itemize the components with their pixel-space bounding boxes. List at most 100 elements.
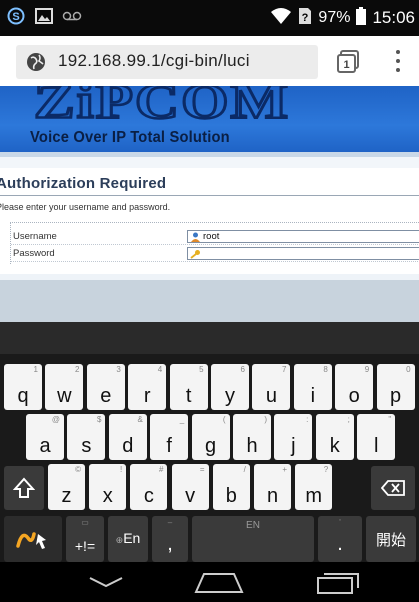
period-key[interactable]: ' . (318, 516, 362, 562)
key-e[interactable]: 3e (86, 364, 125, 410)
key-q[interactable]: 1q (4, 364, 42, 410)
key-hint: 5 (199, 365, 204, 374)
key-label: g (205, 435, 217, 457)
backspace-key[interactable] (371, 466, 415, 510)
key-u[interactable]: 7u (252, 364, 291, 410)
overflow-menu-icon[interactable] (390, 47, 406, 75)
key-f[interactable]: _ f (150, 414, 189, 460)
key-label: d (122, 435, 134, 457)
key-h[interactable]: ) h (233, 414, 271, 460)
header-banner: ZiPCOM Voice Over IP Total Solution (0, 86, 419, 152)
status-bar: S ? 97% 15:06 (0, 0, 419, 36)
key-w[interactable]: 2w (45, 364, 84, 410)
username-input[interactable]: root (187, 230, 419, 243)
key-t[interactable]: 5t (169, 364, 208, 410)
page-title: Authorization Required (0, 175, 167, 192)
key-label: i (310, 385, 316, 407)
key-label: r (143, 385, 151, 407)
language-text: En (123, 530, 141, 546)
key-z[interactable]: © z (48, 464, 85, 510)
key-a[interactable]: @ a (26, 414, 64, 460)
logo-text: ZiPCOM (34, 86, 290, 128)
key-label: p (390, 385, 402, 407)
key-label: z (61, 485, 72, 507)
key-label: t (185, 385, 192, 407)
shift-icon (13, 477, 35, 498)
key-hint: _ (179, 415, 185, 424)
key-j[interactable]: :j (274, 414, 313, 460)
voicemail-icon (62, 6, 82, 26)
key-icon (190, 250, 200, 259)
key-hint: 1 (33, 365, 38, 374)
key-hint: 0 (406, 365, 411, 374)
key-label: x (102, 485, 113, 507)
key-label: s (81, 435, 92, 457)
swype-key[interactable] (4, 516, 62, 562)
page-bottom-shade (0, 322, 419, 354)
key-x[interactable]: ! x (89, 464, 127, 510)
language-key[interactable]: ⊕En (108, 516, 148, 562)
clipboard-hint-icon: ▭ (81, 518, 89, 527)
key-r[interactable]: 4r (128, 364, 167, 410)
browser-toolbar: 192.168.99.1/cgi-bin/luci 1 (0, 36, 419, 86)
key-n[interactable]: + n (254, 464, 291, 510)
username-label: Username (13, 231, 57, 242)
url-text: 192.168.99.1/cgi-bin/luci (58, 51, 250, 70)
key-k[interactable]: ; k (315, 414, 354, 460)
key-l[interactable]: " l (357, 414, 396, 460)
shift-key[interactable] (4, 466, 44, 510)
key-p[interactable]: 0p (376, 364, 415, 410)
key-label: u (265, 385, 277, 407)
key-label: e (100, 385, 112, 407)
comma-label: , (167, 533, 173, 555)
key-hint: ( (222, 415, 226, 424)
key-d[interactable]: & d (108, 414, 147, 460)
key-hint: ; (347, 415, 350, 424)
symbols-key[interactable]: ▭ +!= (66, 516, 104, 562)
key-label: y (225, 385, 235, 407)
password-input[interactable] (187, 247, 419, 260)
svg-text:?: ? (302, 12, 309, 24)
space-key[interactable]: EN (192, 516, 314, 562)
backspace-icon (381, 480, 405, 496)
tabs-icon[interactable]: 1 (336, 50, 360, 74)
recent-apps-icon[interactable] (316, 570, 360, 594)
soft-keyboard: ▭ +!= ⊕En – , EN ' . 開始 1q2w3e4r5t6y7u8i… (0, 354, 419, 562)
address-bar[interactable]: 192.168.99.1/cgi-bin/luci (16, 45, 318, 79)
key-label: c (143, 485, 154, 507)
key-v[interactable]: = v (171, 464, 209, 510)
key-o[interactable]: 9o (335, 364, 374, 410)
symbols-label: +!= (74, 538, 96, 554)
key-hint: ! (119, 465, 123, 474)
auth-description: Please enter your username and password. (0, 202, 171, 212)
key-i[interactable]: 8i (293, 364, 332, 410)
key-label: k (329, 435, 340, 457)
key-hint: 7 (281, 365, 287, 374)
key-hint: 8 (323, 365, 328, 374)
nav-strip (0, 157, 419, 168)
skype-icon: S (6, 6, 26, 26)
password-row: Password (11, 246, 419, 262)
key-hint: ) (264, 415, 267, 424)
home-icon[interactable] (194, 570, 244, 594)
key-hint: © (75, 465, 81, 474)
key-hint: 4 (157, 365, 163, 374)
key-s[interactable]: $ s (67, 414, 106, 460)
key-m[interactable]: ? m (295, 464, 333, 510)
enter-key[interactable]: 開始 (366, 516, 416, 562)
key-y[interactable]: 6y (211, 364, 249, 410)
key-c[interactable]: # c (130, 464, 168, 510)
key-label: f (166, 435, 172, 457)
comma-key[interactable]: – , (152, 516, 188, 562)
key-hint: 3 (116, 365, 121, 374)
tagline: Voice Over IP Total Solution (30, 129, 230, 146)
back-chevron-icon[interactable] (86, 572, 126, 592)
space-label: EN (246, 520, 260, 531)
navigation-bar (0, 562, 419, 602)
key-g[interactable]: (g (191, 414, 230, 460)
user-icon (191, 232, 200, 242)
key-b[interactable]: / b (212, 464, 250, 510)
battery-percent: 97% (318, 9, 351, 26)
key-hint: $ (96, 415, 102, 424)
period-alt-hint: ' (339, 518, 341, 527)
